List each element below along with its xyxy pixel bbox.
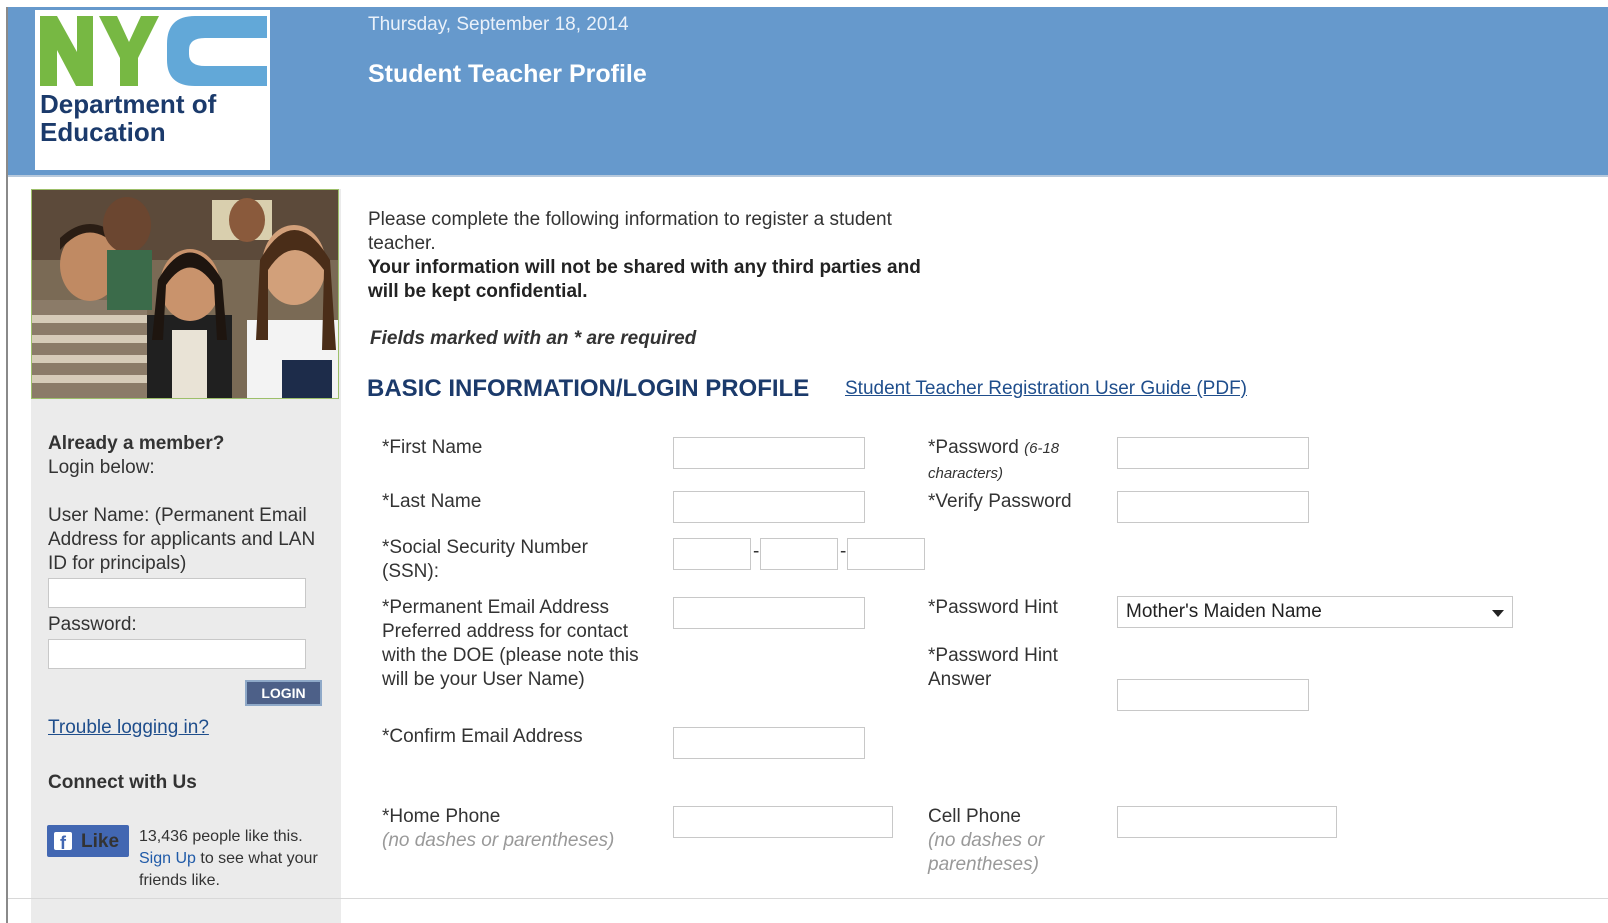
cell-phone-label: Cell Phone [928, 806, 1021, 827]
confirm-email-label: *Confirm Email Address [382, 726, 583, 747]
ssn-part3-input[interactable] [847, 538, 925, 570]
facebook-like-label: Like [81, 831, 120, 852]
new-password-input[interactable] [1117, 437, 1309, 469]
username-input[interactable] [48, 578, 306, 608]
confirm-email-input[interactable] [673, 727, 865, 759]
first-name-label: *First Name [382, 437, 483, 458]
email-label-note: Preferred address for contact with the D… [382, 621, 639, 690]
header-divider [8, 175, 1608, 177]
connect-heading: Connect with Us [48, 772, 197, 793]
ssn-part2-input[interactable] [760, 538, 838, 570]
email-input[interactable] [673, 597, 865, 629]
email-label: *Permanent Email Address Preferred addre… [382, 596, 647, 692]
ssn-separator: - [840, 541, 847, 562]
facebook-like-count: 13,436 people like this. [139, 828, 303, 845]
email-label-main: *Permanent Email Address [382, 597, 610, 618]
verify-password-input[interactable] [1117, 491, 1309, 523]
password-field-label: *Password (6-18 characters) [928, 436, 1098, 486]
logo-text: Department of Education [40, 90, 216, 146]
students-photo [31, 189, 339, 399]
already-member-heading: Already a member? [48, 433, 225, 454]
ssn-label: *Social Security Number (SSN): [382, 537, 588, 582]
chevron-down-icon [1492, 610, 1504, 617]
ssn-separator: - [753, 541, 760, 562]
cell-phone-input[interactable] [1117, 806, 1337, 838]
password-hint-selected: Mother's Maiden Name [1126, 601, 1322, 622]
password-hint-answer-label: *Password Hint Answer [928, 645, 1058, 690]
home-phone-hint: (no dashes or parentheses) [382, 830, 615, 851]
last-name-label: *Last Name [382, 491, 482, 512]
first-name-input[interactable] [673, 437, 865, 469]
password-hint-select[interactable]: Mother's Maiden Name [1117, 596, 1513, 628]
username-label: User Name: (Permanent Email Address for … [48, 505, 316, 574]
home-phone-label: *Home Phone [382, 806, 501, 827]
login-below-text: Login below: [48, 457, 155, 478]
current-date: Thursday, September 18, 2014 [368, 14, 629, 35]
nyc-doe-logo[interactable]: Department of Education [35, 10, 270, 170]
password-hint-label: *Password Hint [928, 597, 1058, 618]
verify-password-label: *Verify Password [928, 491, 1072, 512]
section-title: BASIC INFORMATION/LOGIN PROFILE [367, 375, 810, 402]
bottom-divider [8, 898, 1608, 899]
password-label: Password: [48, 614, 137, 635]
intro-line: Please complete the following informatio… [368, 209, 892, 254]
nyc-logo-icon [40, 16, 267, 86]
home-phone-input[interactable] [673, 806, 893, 838]
cell-phone-hint: (no dashes or parentheses) [928, 830, 1045, 875]
required-note: Fields marked with an * are required [370, 328, 697, 349]
privacy-note: Your information will not be shared with… [368, 257, 921, 302]
logo-line-2: Education [40, 117, 166, 147]
login-button[interactable]: LOGIN [245, 680, 322, 706]
facebook-like-info: 13,436 people like this. Sign Up to see … [139, 826, 349, 892]
intro-text: Please complete the following informatio… [368, 208, 968, 304]
ssn-part1-input[interactable] [673, 538, 751, 570]
facebook-like-button[interactable]: f Like [47, 825, 129, 857]
logo-line-1: Department of [40, 89, 217, 119]
window-top-edge [0, 0, 1608, 7]
password-field-label-text: *Password [928, 437, 1019, 458]
user-guide-pdf-link[interactable]: Student Teacher Registration User Guide … [845, 378, 1247, 400]
password-hint-answer-input[interactable] [1117, 679, 1309, 711]
last-name-input[interactable] [673, 491, 865, 523]
facebook-icon: f [54, 832, 72, 850]
password-input[interactable] [48, 639, 306, 669]
trouble-logging-in-link[interactable]: Trouble logging in? [48, 716, 209, 740]
students-photo-image [32, 190, 338, 398]
page-title: Student Teacher Profile [368, 60, 647, 88]
facebook-signup-link[interactable]: Sign Up [139, 850, 196, 867]
